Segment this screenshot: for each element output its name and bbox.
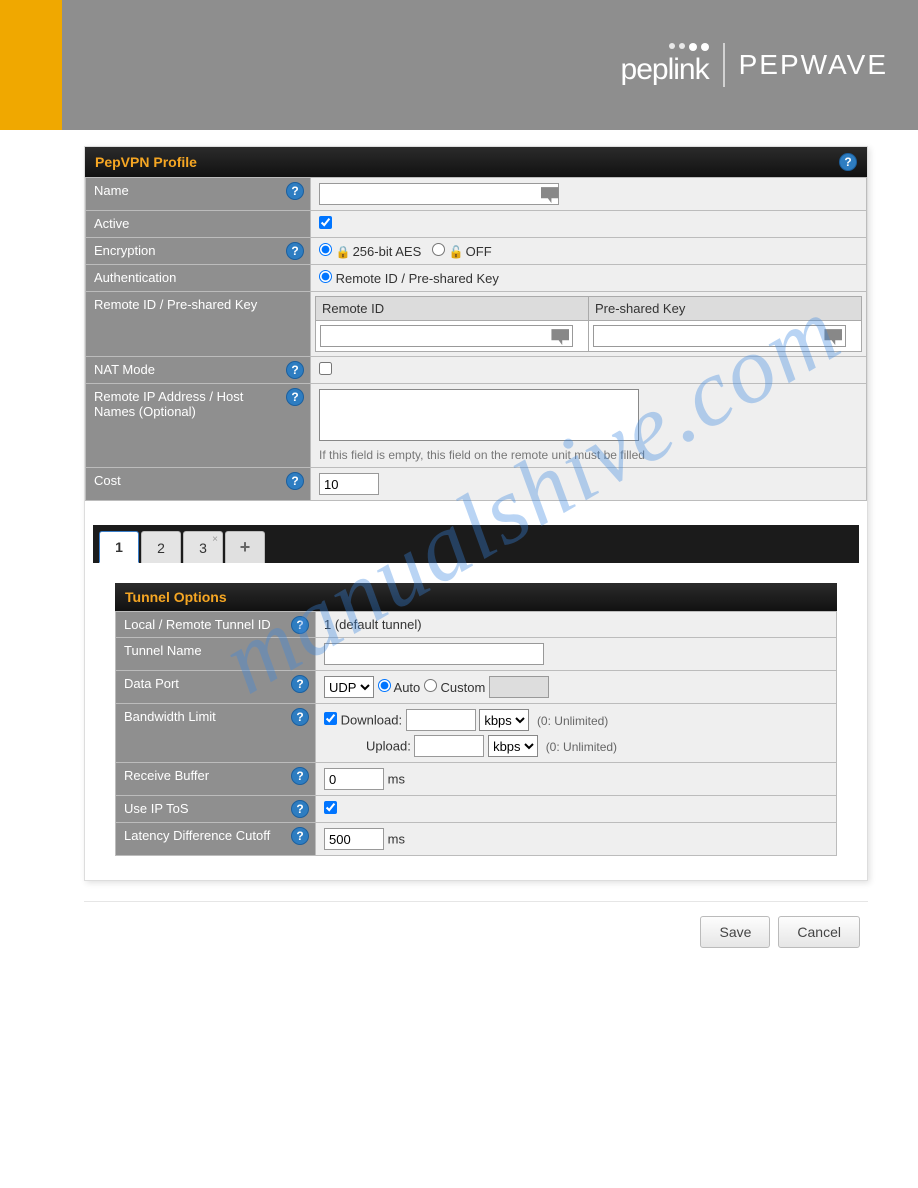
tab-2[interactable]: 2: [141, 531, 181, 563]
download-unit-select[interactable]: kbps: [479, 709, 529, 731]
profile-title-text: PepVPN Profile: [95, 154, 197, 170]
help-icon[interactable]: ?: [291, 616, 309, 634]
bandwidth-checkbox[interactable]: [324, 712, 337, 725]
remote-id-header: Remote ID: [316, 297, 589, 321]
latency-input[interactable]: [324, 828, 384, 850]
tunnel-id-label: Local / Remote Tunnel ID: [124, 617, 295, 632]
help-icon[interactable]: ?: [291, 800, 309, 818]
logo-dot-icon: [679, 43, 685, 49]
help-icon[interactable]: ?: [286, 472, 304, 490]
active-label: Active: [94, 216, 153, 231]
cancel-button[interactable]: Cancel: [778, 916, 860, 948]
help-icon[interactable]: ?: [291, 767, 309, 785]
upload-note: (0: Unlimited): [546, 740, 617, 754]
lock-icon: [336, 244, 353, 259]
receive-buffer-label: Receive Buffer: [124, 768, 233, 783]
logo-dot-icon: [701, 43, 709, 51]
ip-tos-label: Use IP ToS: [124, 801, 213, 816]
tab-1[interactable]: 1: [99, 531, 139, 563]
brand-peplink: peplink: [621, 53, 709, 87]
unlock-icon: [449, 244, 466, 259]
psk-input[interactable]: [593, 325, 846, 347]
name-input[interactable]: [319, 183, 559, 205]
encryption-label: Encryption: [94, 243, 179, 258]
tunnel-form: Local / Remote Tunnel ID? 1 (default tun…: [115, 611, 837, 856]
data-port-auto-radio[interactable]: [378, 679, 391, 692]
close-icon[interactable]: ×: [212, 534, 218, 545]
remote-ip-label: Remote IP Address / Host Names (Optional…: [94, 389, 302, 419]
auth-label: Authentication: [94, 270, 200, 285]
brand-pepwave: PEPWAVE: [739, 49, 888, 81]
upload-unit-select[interactable]: kbps: [488, 735, 538, 757]
download-input[interactable]: [406, 709, 476, 731]
logo-dot-icon: [669, 43, 675, 49]
tunnel-section-title: Tunnel Options: [115, 583, 837, 611]
help-icon[interactable]: ?: [286, 388, 304, 406]
header-banner: peplink PEPWAVE: [0, 0, 918, 130]
name-label: Name: [94, 183, 153, 198]
save-button[interactable]: Save: [700, 916, 770, 948]
download-label: Download:: [341, 713, 402, 728]
receive-buffer-input[interactable]: [324, 768, 384, 790]
tunnel-title-text: Tunnel Options: [125, 589, 227, 605]
encryption-off-option[interactable]: OFF: [432, 244, 492, 259]
data-port-label: Data Port: [124, 676, 203, 691]
auth-radio[interactable]: [319, 270, 332, 283]
encryption-aes-option[interactable]: 256-bit AES: [319, 244, 421, 259]
tab-3[interactable]: 3×: [183, 531, 223, 563]
data-port-custom-input[interactable]: [489, 676, 549, 698]
tunnel-name-label: Tunnel Name: [124, 643, 226, 658]
nat-mode-label: NAT Mode: [94, 362, 179, 377]
encryption-aes-radio[interactable]: [319, 243, 332, 256]
help-icon[interactable]: ?: [291, 708, 309, 726]
upload-input[interactable]: [414, 735, 484, 757]
banner-main: peplink PEPWAVE: [62, 0, 918, 130]
data-port-custom-option[interactable]: Custom: [424, 680, 485, 695]
help-icon[interactable]: ?: [286, 242, 304, 260]
data-port-proto-select[interactable]: UDP: [324, 676, 374, 698]
help-icon[interactable]: ?: [291, 827, 309, 845]
ip-tos-checkbox[interactable]: [324, 801, 337, 814]
cost-input[interactable]: [319, 473, 379, 495]
logo-dot-icon: [689, 43, 697, 51]
tabs-bar: 1 2 3× +: [93, 525, 859, 563]
button-row: Save Cancel: [84, 901, 868, 948]
latency-label: Latency Difference Cutoff: [124, 828, 294, 843]
latency-unit: ms: [388, 832, 405, 847]
profile-form: Name? Active Encryption? 256-bit AES OFF…: [85, 177, 867, 501]
help-icon[interactable]: ?: [286, 182, 304, 200]
download-note: (0: Unlimited): [537, 714, 608, 728]
nat-mode-checkbox[interactable]: [319, 362, 332, 375]
remote-id-input[interactable]: [320, 325, 573, 347]
help-icon[interactable]: ?: [839, 153, 857, 171]
upload-label: Upload:: [366, 739, 411, 754]
brand-separator: [723, 43, 725, 87]
remote-ip-textarea[interactable]: [319, 389, 639, 441]
auth-option[interactable]: Remote ID / Pre-shared Key: [319, 271, 499, 286]
psk-header: Pre-shared Key: [589, 297, 862, 321]
tunnel-name-input[interactable]: [324, 643, 544, 665]
remote-ip-hint: If this field is empty, this field on th…: [319, 448, 858, 462]
encryption-off-radio[interactable]: [432, 243, 445, 256]
receive-buffer-unit: ms: [388, 772, 405, 787]
tunnel-id-value: 1 (default tunnel): [324, 617, 422, 632]
data-port-custom-radio[interactable]: [424, 679, 437, 692]
remote-psk-table: Remote ID Pre-shared Key: [315, 296, 862, 352]
profile-section-title: PepVPN Profile ?: [85, 147, 867, 177]
help-icon[interactable]: ?: [286, 361, 304, 379]
brand-logo: peplink PEPWAVE: [621, 43, 888, 87]
tab-add[interactable]: +: [225, 531, 265, 563]
banner-accent: [0, 0, 62, 130]
help-icon[interactable]: ?: [291, 675, 309, 693]
active-checkbox[interactable]: [319, 216, 332, 229]
cost-label: Cost: [94, 473, 145, 488]
remote-psk-label: Remote ID / Pre-shared Key: [94, 297, 281, 312]
pepvpn-panel: PepVPN Profile ? Name? Active Encryption…: [84, 146, 868, 881]
bandwidth-label: Bandwidth Limit: [124, 709, 240, 724]
data-port-auto-option[interactable]: Auto: [378, 680, 421, 695]
